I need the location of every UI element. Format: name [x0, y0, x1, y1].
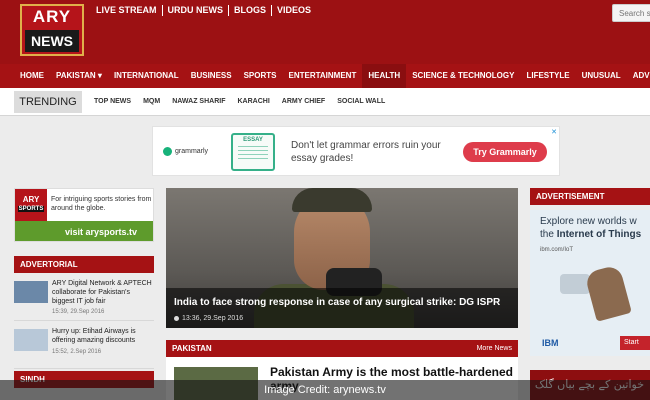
nav-advertorial[interactable]: ADVERTORIAL: [627, 64, 650, 88]
nav-science-technology[interactable]: SCIENCE & TECHNOLOGY: [406, 64, 520, 88]
ad-close-icon[interactable]: ✕: [551, 128, 557, 136]
ary-news-logo[interactable]: ARY NEWS: [20, 4, 84, 56]
top-links: LIVE STREAM URDU NEWS BLOGS VIDEOS: [96, 5, 316, 16]
trending-item-mqm[interactable]: MQM: [137, 88, 166, 116]
doc-line: [238, 150, 268, 151]
ibm-iot-ad[interactable]: Explore new worlds w the Internet of Thi…: [530, 210, 650, 356]
iot-headline-prefix: the: [540, 229, 557, 240]
nav-sports[interactable]: SPORTS: [238, 64, 283, 88]
top-link-urdu-news[interactable]: URDU NEWS: [163, 5, 230, 16]
essay-document-icon: ESSAY: [231, 133, 275, 171]
sports-ad-url[interactable]: visit arysports.tv: [65, 227, 137, 237]
trending-item-karachi[interactable]: KARACHI: [231, 88, 275, 116]
logo-news-text: NEWS: [31, 33, 73, 49]
advertorial-title[interactable]: ARY Digital Network & APTECH collaborate…: [52, 279, 154, 306]
pakistan-heading: PAKISTAN: [172, 344, 212, 353]
advertorial-thumbnail[interactable]: [14, 329, 48, 351]
ary-sports-logo: ARY SPORTS: [15, 189, 47, 223]
advertorial-time: 15:52, 2.Sep 2016: [52, 349, 102, 355]
nav-entertainment[interactable]: ENTERTAINMENT: [283, 64, 363, 88]
nav-pakistan[interactable]: PAKISTAN ▾: [50, 64, 108, 88]
iot-headline-bold: Internet of Things: [556, 229, 642, 240]
advertorial-list: ARY Digital Network & APTECH collaborate…: [14, 273, 154, 369]
pakistan-more-news-link[interactable]: More News: [477, 340, 512, 357]
pakistan-section-header: PAKISTAN More News: [166, 340, 518, 357]
iot-headline-1: Explore new worlds w: [540, 216, 637, 227]
hero-title[interactable]: India to face strong response in case of…: [174, 297, 500, 308]
advertorial-title[interactable]: Hurry up: Etihad Airways is offering ama…: [52, 327, 154, 345]
ary-sports-logo-text: ARY: [22, 195, 40, 204]
try-grammarly-button[interactable]: Try Grammarly: [463, 142, 547, 162]
trending-label: TRENDING: [14, 91, 82, 113]
doc-line: [238, 154, 268, 155]
main-nav: HOME PAKISTAN ▾ INTERNATIONAL BUSINESS S…: [0, 64, 650, 88]
image-credit: Image Credit: arynews.tv: [0, 380, 650, 400]
trending-bar: TRENDING TOP NEWS MQM NAWAZ SHARIF KARAC…: [0, 88, 650, 116]
logo-news-band: NEWS: [25, 30, 79, 52]
nav-international[interactable]: INTERNATIONAL: [108, 64, 185, 88]
trending-items: TOP NEWS MQM NAWAZ SHARIF KARACHI ARMY C…: [88, 88, 391, 116]
trending-item-social-wall[interactable]: SOCIAL WALL: [331, 88, 391, 116]
hero-story[interactable]: India to face strong response in case of…: [166, 188, 518, 328]
iot-start-button[interactable]: Start: [620, 336, 650, 350]
logo-ary-text: ARY: [32, 7, 72, 26]
doc-line: [238, 158, 268, 159]
grammarly-brand: grammarly: [163, 147, 208, 156]
list-item[interactable]: ARY Digital Network & APTECH collaborate…: [14, 273, 154, 321]
ad-copy-text: Don't let grammar errors ruin your essay…: [291, 140, 441, 164]
iot-ad-wing-image: [560, 274, 590, 294]
search-input[interactable]: [612, 4, 650, 22]
top-link-videos[interactable]: VIDEOS: [272, 5, 316, 16]
hero-image-hair: [292, 188, 372, 212]
ibm-logo: IBM: [542, 338, 559, 348]
list-item[interactable]: Hurry up: Etihad Airways is offering ama…: [14, 321, 154, 369]
iot-url: ibm.com/IoT: [540, 247, 574, 253]
advertorial-heading: ADVERTORIAL: [14, 256, 154, 273]
ary-sports-ad[interactable]: ARY SPORTS For intriguing sports stories…: [14, 188, 154, 242]
nav-home[interactable]: HOME: [14, 64, 50, 88]
advertorial-time: 15:39, 29.Sep 2016: [52, 309, 105, 315]
top-link-blogs[interactable]: BLOGS: [229, 5, 273, 16]
trending-item-top-news[interactable]: TOP NEWS: [88, 88, 137, 116]
nav-unusual[interactable]: UNUSUAL: [576, 64, 627, 88]
grammarly-brand-text: grammarly: [175, 148, 209, 155]
trending-item-army-chief[interactable]: ARMY CHIEF: [276, 88, 331, 116]
ary-sports-logo-sub: SPORTS: [18, 206, 44, 212]
trending-item-nawaz-sharif[interactable]: NAWAZ SHARIF: [166, 88, 231, 116]
advertisement-heading: ADVERTISEMENT: [530, 188, 650, 205]
grammarly-ad-banner[interactable]: grammarly ESSAY Don't let grammar errors…: [152, 126, 560, 176]
nav-lifestyle[interactable]: LIFESTYLE: [520, 64, 575, 88]
essay-doc-label: ESSAY: [243, 137, 263, 143]
nav-business[interactable]: BUSINESS: [185, 64, 238, 88]
hero-time: 13:36, 29.Sep 2016: [174, 315, 243, 322]
sports-ad-text: For intriguing sports stories from aroun…: [51, 196, 152, 212]
grammarly-logo-icon: [163, 147, 172, 156]
iot-ad-child-image: [584, 264, 632, 322]
advertorial-thumbnail[interactable]: [14, 281, 48, 303]
top-link-live-stream[interactable]: LIVE STREAM: [96, 5, 163, 16]
top-header: ARY NEWS LIVE STREAM URDU NEWS BLOGS VID…: [0, 0, 650, 64]
hero-caption-overlay: [166, 288, 518, 328]
iot-headline-2: the Internet of Things: [540, 229, 641, 240]
doc-line: [238, 146, 268, 147]
page: ARY NEWS LIVE STREAM URDU NEWS BLOGS VID…: [0, 0, 650, 400]
nav-health[interactable]: HEALTH: [362, 64, 407, 88]
